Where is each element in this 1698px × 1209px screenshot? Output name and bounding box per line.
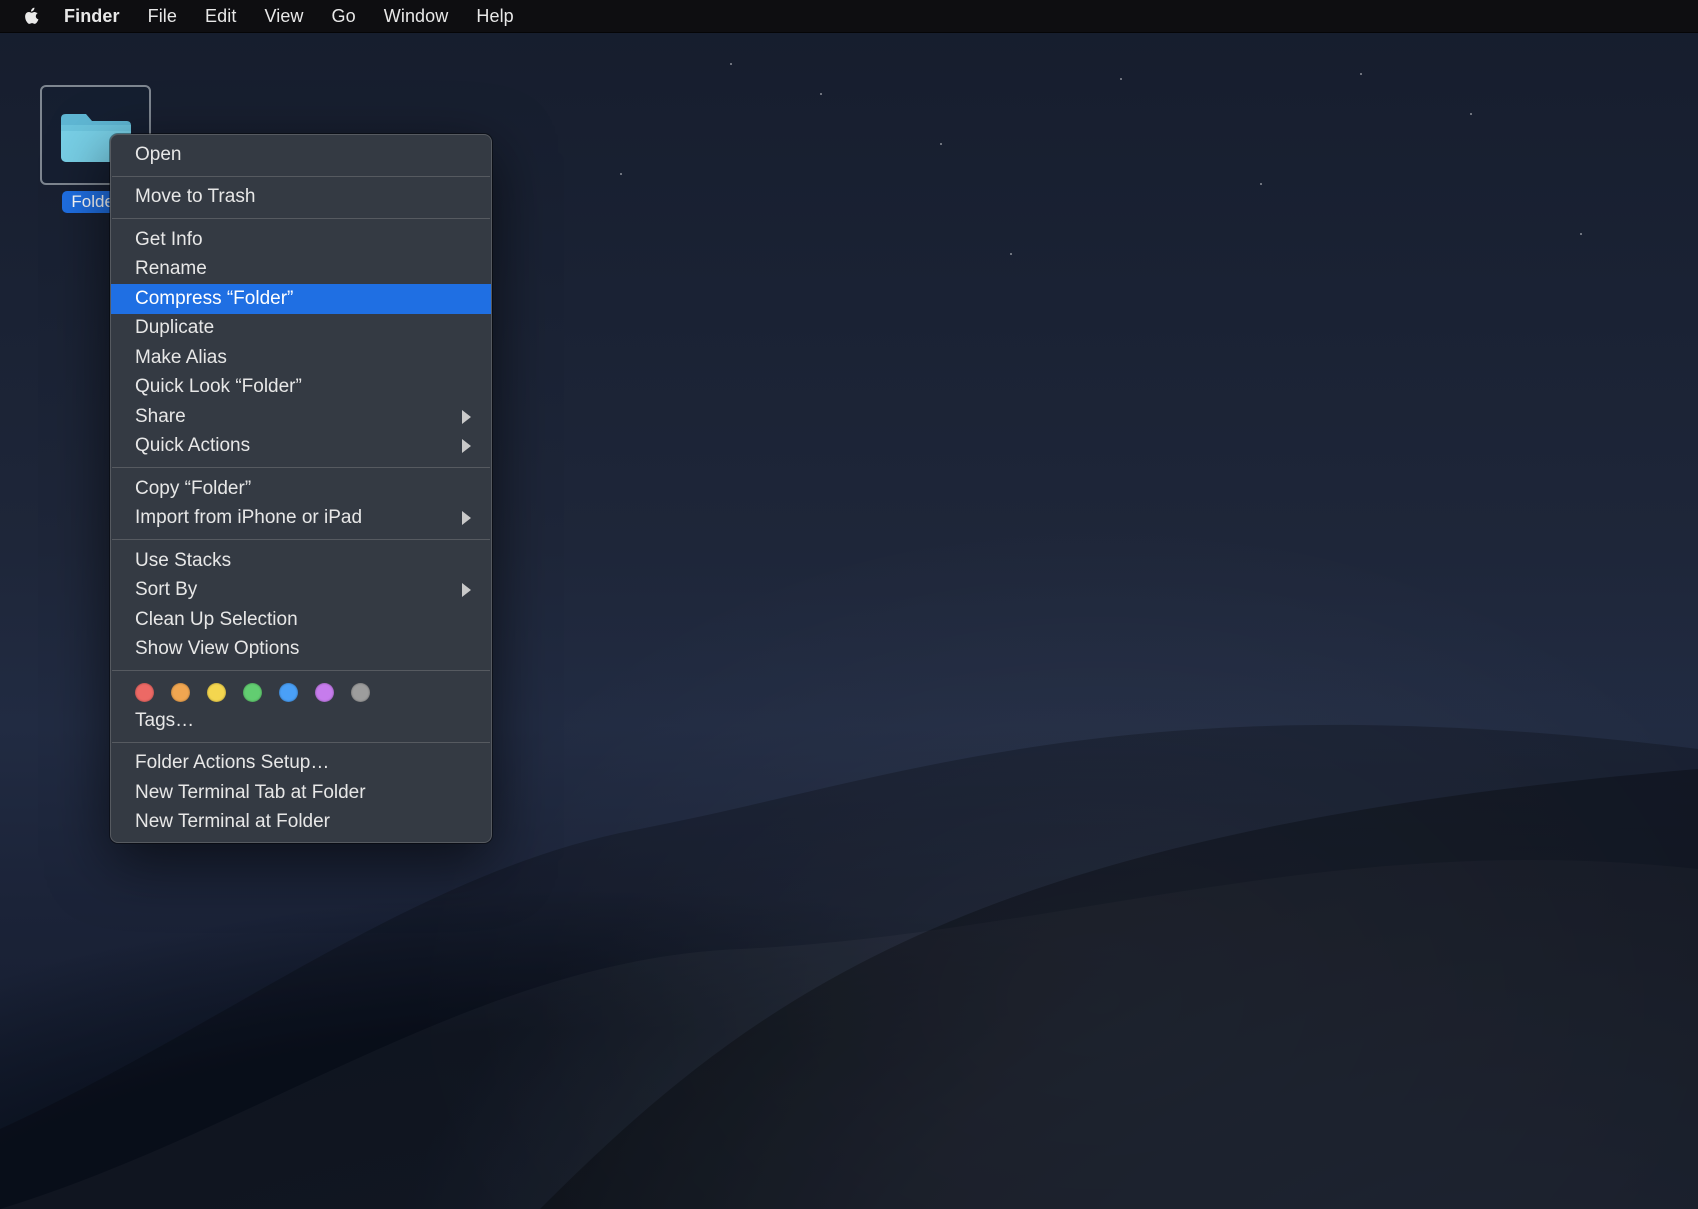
context-menu-item-quick-look-folder[interactable]: Quick Look “Folder” xyxy=(111,373,491,403)
tag-color-4[interactable] xyxy=(279,683,298,702)
context-menu-separator xyxy=(112,218,490,219)
context-menu-item-open[interactable]: Open xyxy=(111,140,491,170)
context-menu: Open Move to Trash Get InfoRenameCompress … xyxy=(110,134,492,843)
context-menu-item-make-alias[interactable]: Make Alias xyxy=(111,343,491,373)
context-menu-item-move-to-trash[interactable]: Move to Trash xyxy=(111,183,491,213)
context-menu-item-use-stacks[interactable]: Use Stacks xyxy=(111,546,491,576)
context-menu-item-clean-up-selection[interactable]: Clean Up Selection xyxy=(111,605,491,635)
context-menu-item-new-terminal-at-folder[interactable]: New Terminal at Folder xyxy=(111,808,491,838)
context-menu-separator xyxy=(112,670,490,671)
context-menu-separator xyxy=(112,742,490,743)
tag-color-6[interactable] xyxy=(351,683,370,702)
context-menu-item-quick-actions[interactable]: Quick Actions xyxy=(111,432,491,462)
menu-view[interactable]: View xyxy=(264,6,303,27)
tag-color-2[interactable] xyxy=(207,683,226,702)
context-menu-item-folder-actions-setup[interactable]: Folder Actions Setup… xyxy=(111,749,491,779)
menu-bar: Finder File Edit View Go Window Help xyxy=(0,0,1698,33)
tag-color-1[interactable] xyxy=(171,683,190,702)
context-menu-item-new-terminal-tab-at-folder[interactable]: New Terminal Tab at Folder xyxy=(111,778,491,808)
menu-file[interactable]: File xyxy=(148,6,177,27)
context-menu-item-duplicate[interactable]: Duplicate xyxy=(111,314,491,344)
context-menu-item-copy-folder[interactable]: Copy “Folder” xyxy=(111,474,491,504)
context-menu-item-share[interactable]: Share xyxy=(111,402,491,432)
menu-window[interactable]: Window xyxy=(384,6,449,27)
context-menu-item-rename[interactable]: Rename xyxy=(111,255,491,285)
menu-app-name[interactable]: Finder xyxy=(64,6,120,27)
context-menu-item-show-view-options[interactable]: Show View Options xyxy=(111,635,491,665)
tag-color-0[interactable] xyxy=(135,683,154,702)
context-menu-separator xyxy=(112,176,490,177)
apple-menu-icon[interactable] xyxy=(22,6,40,26)
tag-color-5[interactable] xyxy=(315,683,334,702)
tag-color-3[interactable] xyxy=(243,683,262,702)
menu-help[interactable]: Help xyxy=(476,6,513,27)
context-menu-item-get-info[interactable]: Get Info xyxy=(111,225,491,255)
context-menu-separator xyxy=(112,539,490,540)
context-menu-separator xyxy=(112,467,490,468)
context-menu-item-compress-folder[interactable]: Compress “Folder” xyxy=(111,284,491,314)
context-menu-item-tags[interactable]: Tags… xyxy=(111,706,491,736)
menu-edit[interactable]: Edit xyxy=(205,6,236,27)
context-menu-item-sort-by[interactable]: Sort By xyxy=(111,576,491,606)
menu-go[interactable]: Go xyxy=(332,6,356,27)
context-menu-tags-row xyxy=(111,677,491,706)
context-menu-item-import-from-iphone-or-ipad[interactable]: Import from iPhone or iPad xyxy=(111,504,491,534)
